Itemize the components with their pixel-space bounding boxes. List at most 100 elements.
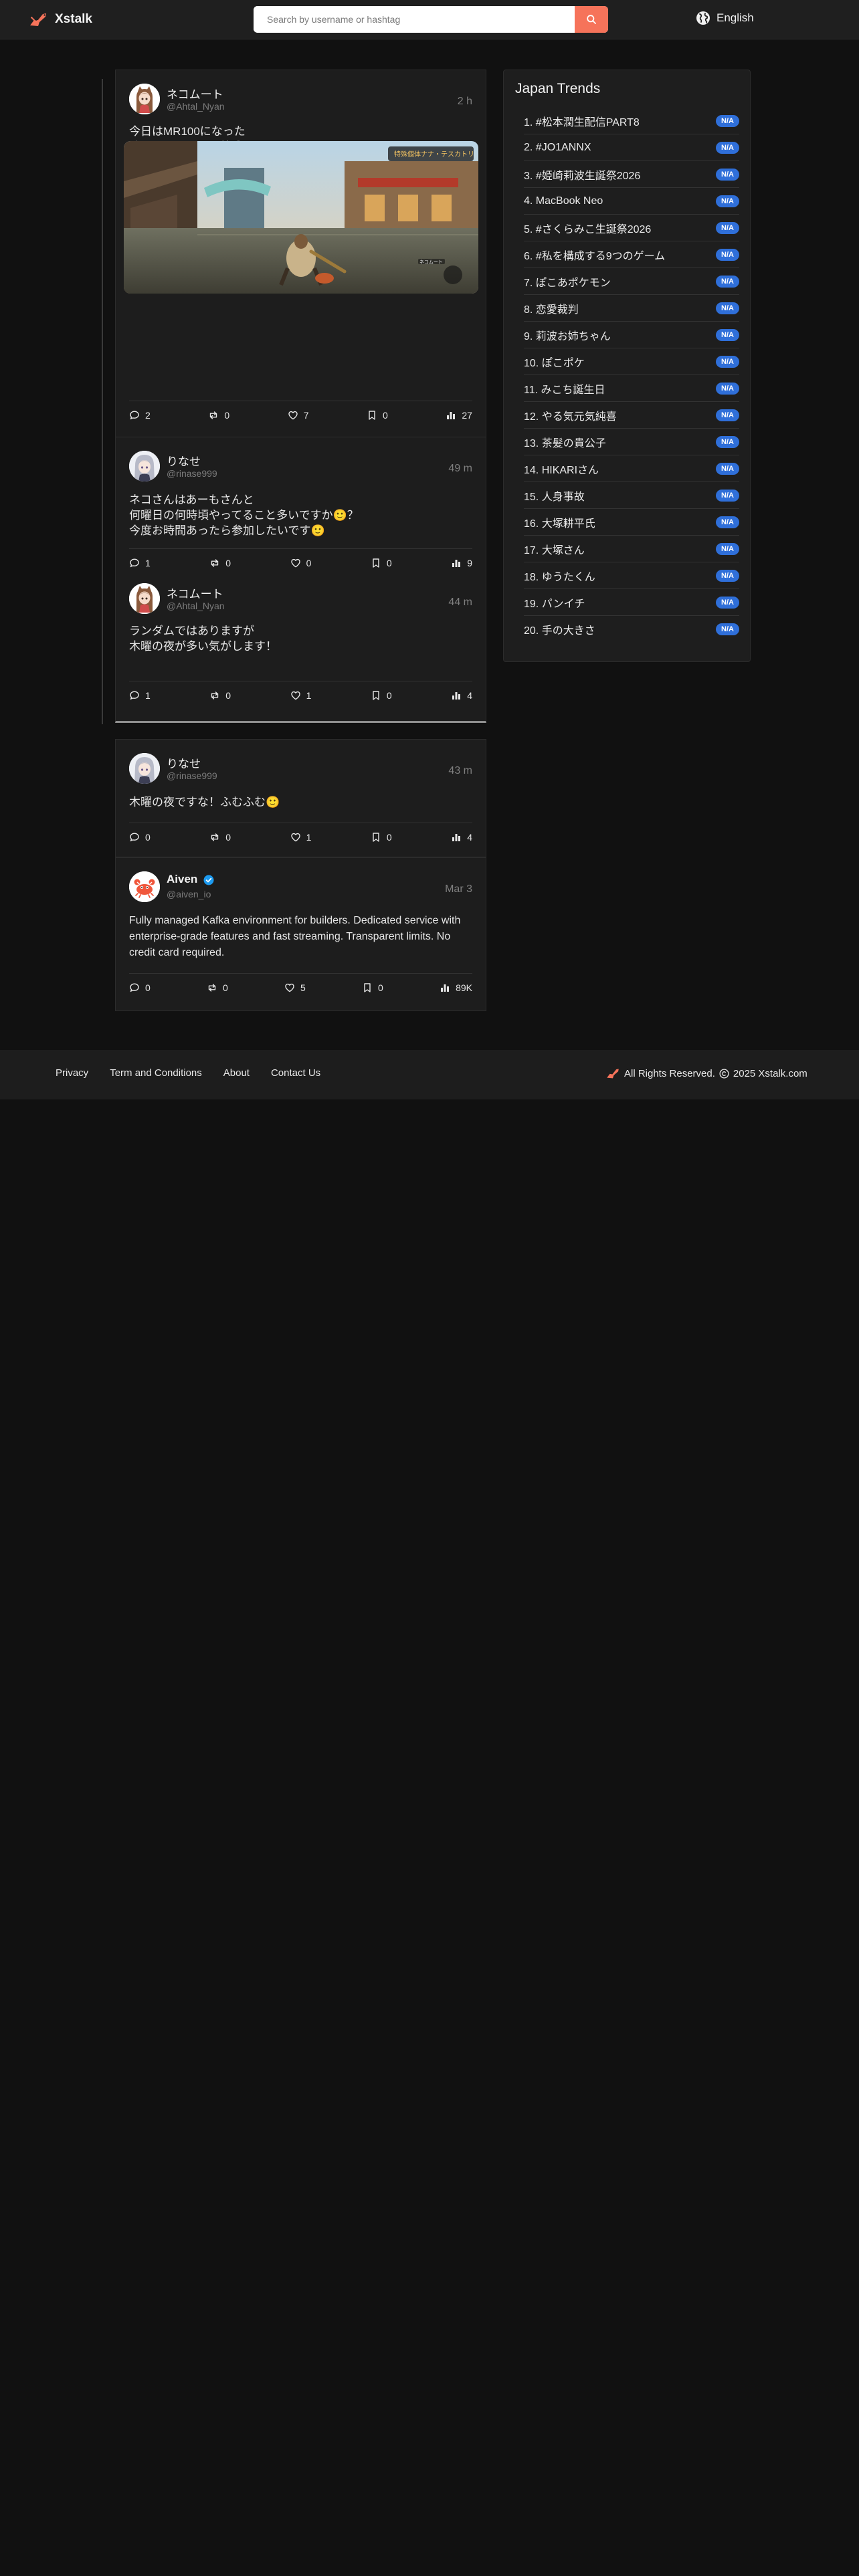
repost-icon: [209, 690, 220, 701]
bookmark-button[interactable]: 0: [371, 690, 392, 701]
trend-item[interactable]: 11. みこち誕生日 N/A: [524, 375, 739, 402]
repost-button[interactable]: 0: [209, 558, 231, 568]
author-name[interactable]: ネコムート: [167, 584, 223, 601]
trend-item[interactable]: 6. #私を構成する9つのゲーム N/A: [524, 241, 739, 268]
bookmark-icon: [367, 410, 377, 421]
like-count: 7: [303, 410, 309, 421]
reply-button[interactable]: 0: [129, 982, 151, 993]
views-button[interactable]: 9: [451, 558, 472, 568]
brand-logo-link[interactable]: Xstalk: [28, 9, 92, 29]
trend-count-badge: N/A: [716, 382, 739, 395]
author-handle[interactable]: @Ahtal_Nyan: [167, 601, 225, 611]
view-count: 9: [467, 558, 472, 568]
bookmark-button[interactable]: 0: [362, 982, 383, 993]
post-actions: 1 0 0 0 9: [129, 548, 472, 577]
trend-item[interactable]: 10. ぽこポケ N/A: [524, 348, 739, 375]
sponsored-card[interactable]: Aiven @aiven_io Mar 3 Fully managed Kafk…: [115, 857, 486, 1011]
post-actions: 0 0 1 0 4: [129, 823, 472, 851]
xstalk-logo-icon: [607, 1069, 619, 1079]
post-text: Fully managed Kafka environment for buil…: [129, 915, 461, 958]
like-button[interactable]: 7: [288, 410, 309, 421]
trend-label: 17. 大塚さん: [524, 544, 585, 556]
author-handle[interactable]: @Ahtal_Nyan: [167, 101, 225, 112]
trend-item[interactable]: 9. 莉波お姉ちゃん N/A: [524, 322, 739, 348]
repost-button[interactable]: 0: [207, 982, 228, 993]
trend-item[interactable]: 14. HIKARIさん N/A: [524, 455, 739, 482]
search-button[interactable]: [575, 6, 608, 33]
like-button[interactable]: 5: [284, 982, 306, 993]
author-name[interactable]: ネコムート: [167, 85, 223, 102]
avatar[interactable]: [129, 753, 160, 784]
trend-item[interactable]: 4. MacBook Neo N/A: [524, 188, 739, 215]
trend-item[interactable]: 2. #JO1ANNX N/A: [524, 134, 739, 161]
trend-item[interactable]: 3. #姫崎莉波生誕祭2026 N/A: [524, 161, 739, 188]
bookmark-button[interactable]: 0: [371, 832, 392, 843]
avatar[interactable]: [129, 583, 160, 614]
thread-post[interactable]: りなせ @rinase999 49 m ネコさんはあーもさんと 何曜日の何時頃や…: [116, 437, 486, 583]
trend-item[interactable]: 18. ゆうたくん N/A: [524, 562, 739, 589]
repost-icon: [209, 558, 220, 568]
trend-item[interactable]: 12. やる気元気純喜 N/A: [524, 402, 739, 429]
views-button[interactable]: 4: [451, 690, 472, 701]
bookmark-button[interactable]: 0: [367, 410, 388, 421]
trend-item[interactable]: 5. #さくらみこ生誕祭2026 N/A: [524, 215, 739, 241]
avatar[interactable]: [129, 451, 160, 481]
like-button[interactable]: 1: [290, 690, 311, 701]
author-name-row[interactable]: Aiven: [167, 873, 214, 886]
thread-post[interactable]: ネコムート @Ahtal_Nyan 44 m ランダムではありますが 木曜の夜が…: [116, 583, 486, 722]
footer-link-contact[interactable]: Contact Us: [271, 1067, 320, 1079]
views-button[interactable]: 89K: [440, 982, 472, 993]
trend-item[interactable]: 1. #松本潤生配信PART8 N/A: [524, 108, 739, 134]
globe-icon: [696, 11, 710, 25]
trend-label: 4. MacBook Neo: [524, 195, 603, 207]
views-button[interactable]: 27: [446, 410, 472, 421]
reply-count: 0: [145, 832, 151, 843]
post-text: ランダムではありますが 木曜の夜が多い気がします！: [129, 625, 277, 653]
reply-card[interactable]: りなせ @rinase999 43 m 木曜の夜ですな！ふむふむ🙂 0 0 1 …: [115, 739, 486, 857]
author-handle[interactable]: @rinase999: [167, 468, 217, 479]
avatar[interactable]: [129, 871, 160, 902]
trend-label: 18. ゆうたくん: [524, 571, 595, 583]
footer-link-privacy[interactable]: Privacy: [56, 1067, 88, 1079]
reply-button[interactable]: 1: [129, 558, 151, 568]
like-button[interactable]: 0: [290, 558, 311, 568]
author-name[interactable]: りなせ: [167, 452, 201, 469]
like-button[interactable]: 1: [290, 832, 311, 843]
bookmark-count: 0: [378, 982, 383, 993]
trend-item[interactable]: 16. 大塚耕平氏 N/A: [524, 509, 739, 536]
trend-item[interactable]: 17. 大塚さん N/A: [524, 536, 739, 562]
footer-link-about[interactable]: About: [223, 1067, 250, 1079]
language-selector[interactable]: English: [696, 11, 754, 25]
bookmark-count: 0: [383, 410, 388, 421]
author-handle[interactable]: @aiven_io: [167, 889, 211, 899]
trend-item[interactable]: 7. ぽこあポケモン N/A: [524, 268, 739, 295]
trend-label: 5. #さくらみこ生誕祭2026: [524, 223, 652, 235]
trend-label: 7. ぽこあポケモン: [524, 277, 611, 289]
trend-item[interactable]: 8. 恋愛裁判 N/A: [524, 295, 739, 322]
trend-item[interactable]: 13. 茶髪の貴公子 N/A: [524, 429, 739, 455]
trend-item[interactable]: 20. 手の大きさ N/A: [524, 616, 739, 643]
comment-icon: [129, 558, 140, 568]
post-image[interactable]: 特殊個体ナナ・テスカトリ ネコムート: [124, 141, 478, 294]
views-button[interactable]: 4: [451, 832, 472, 843]
trend-label: 6. #私を構成する9つのゲーム: [524, 250, 666, 262]
repost-button[interactable]: 0: [209, 832, 231, 843]
author-name[interactable]: りなせ: [167, 754, 201, 771]
reply-button[interactable]: 1: [129, 690, 151, 701]
bookmark-icon: [362, 982, 373, 993]
trend-item[interactable]: 15. 人身事故 N/A: [524, 482, 739, 509]
bookmark-button[interactable]: 0: [371, 558, 392, 568]
reply-button[interactable]: 2: [129, 410, 151, 421]
reply-button[interactable]: 0: [129, 832, 151, 843]
avatar[interactable]: [129, 84, 160, 114]
trend-label: 9. 莉波お姉ちゃん: [524, 330, 611, 342]
author-handle[interactable]: @rinase999: [167, 770, 217, 781]
footer-link-terms[interactable]: Term and Conditions: [110, 1067, 202, 1079]
search-input[interactable]: [254, 6, 575, 33]
post-text: 木曜の夜ですな！ふむふむ🙂: [129, 796, 280, 809]
thread-post[interactable]: ネコムート @Ahtal_Nyan 2 h 今日はMR100になった 防具のなん…: [116, 70, 486, 437]
trend-item[interactable]: 19. パンイチ N/A: [524, 589, 739, 616]
trend-count-badge: N/A: [716, 516, 739, 528]
repost-button[interactable]: 0: [209, 690, 231, 701]
repost-button[interactable]: 0: [208, 410, 229, 421]
